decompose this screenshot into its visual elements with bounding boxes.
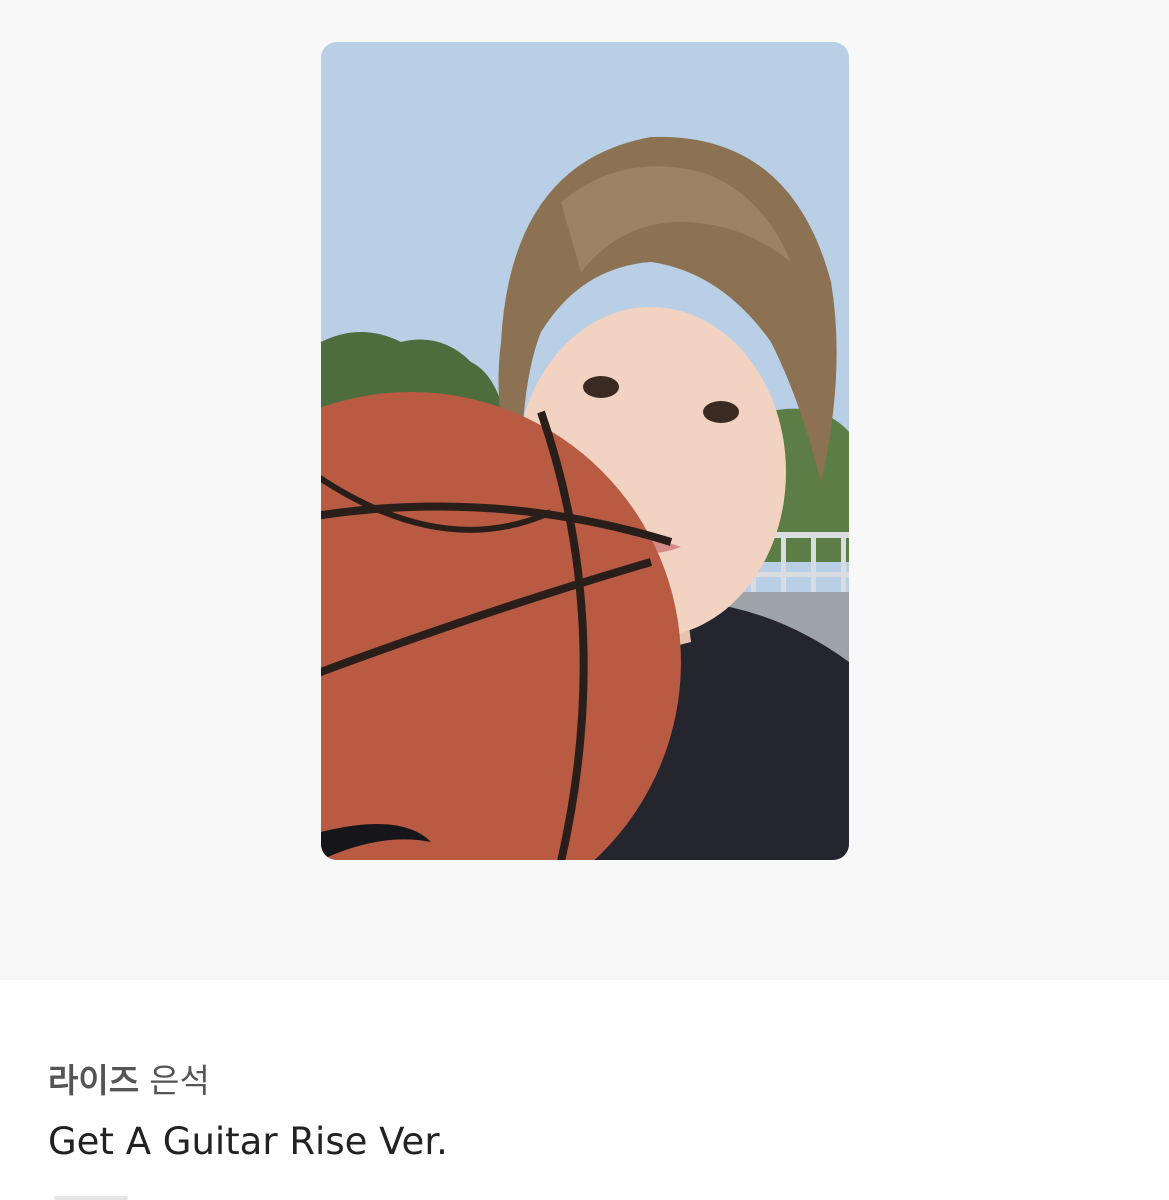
photocard-illustration (321, 42, 849, 860)
tag-chip (54, 1196, 128, 1200)
album-title: Get A Guitar Rise Ver. (48, 1120, 448, 1163)
member-name: 은석 (149, 1061, 210, 1100)
group-name[interactable]: 라이즈 (48, 1061, 139, 1100)
product-image-area (0, 0, 1169, 980)
artist-line: 라이즈 은석 (48, 1054, 210, 1102)
photocard-image[interactable] (321, 42, 849, 860)
